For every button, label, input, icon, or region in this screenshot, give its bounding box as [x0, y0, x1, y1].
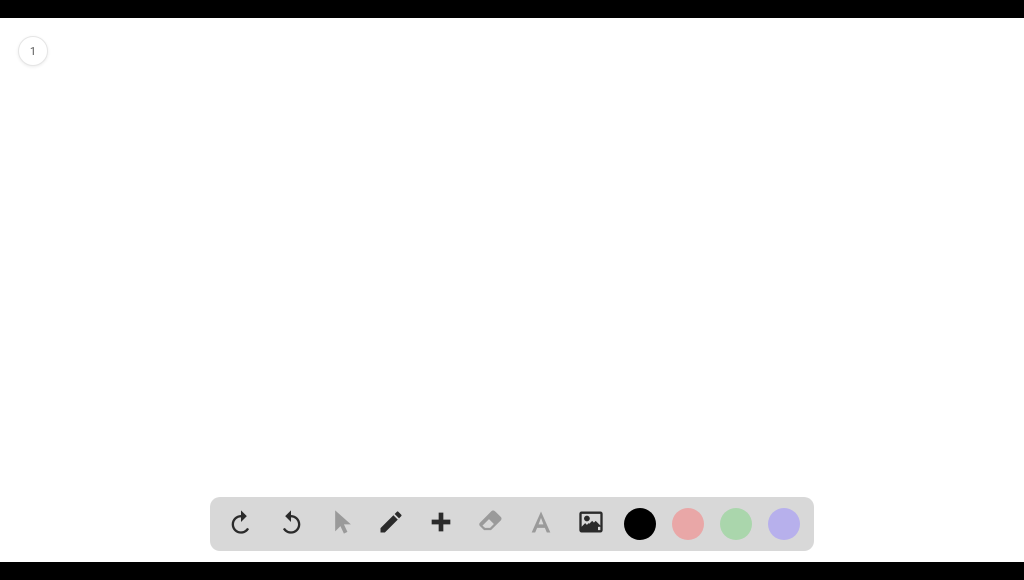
page-number-badge[interactable]: 1	[18, 36, 48, 66]
eraser-icon	[477, 508, 505, 540]
color-swatch-green[interactable]	[720, 508, 752, 540]
plus-tool[interactable]	[424, 507, 458, 541]
eraser-tool[interactable]	[474, 507, 508, 541]
color-swatch-lavender[interactable]	[768, 508, 800, 540]
pencil-icon	[377, 508, 405, 540]
page-number-label: 1	[30, 45, 36, 58]
undo-icon	[227, 508, 255, 540]
undo-button[interactable]	[224, 507, 258, 541]
color-swatch-black[interactable]	[624, 508, 656, 540]
redo-icon	[277, 508, 305, 540]
image-tool[interactable]	[574, 507, 608, 541]
pointer-icon	[327, 508, 355, 540]
plus-icon	[427, 508, 455, 540]
toolbar	[210, 497, 814, 551]
canvas-area[interactable]	[0, 18, 1024, 562]
redo-button[interactable]	[274, 507, 308, 541]
pencil-tool[interactable]	[374, 507, 408, 541]
text-icon	[527, 508, 555, 540]
color-swatch-pink[interactable]	[672, 508, 704, 540]
image-icon	[577, 508, 605, 540]
pointer-tool[interactable]	[324, 507, 358, 541]
text-tool[interactable]	[524, 507, 558, 541]
